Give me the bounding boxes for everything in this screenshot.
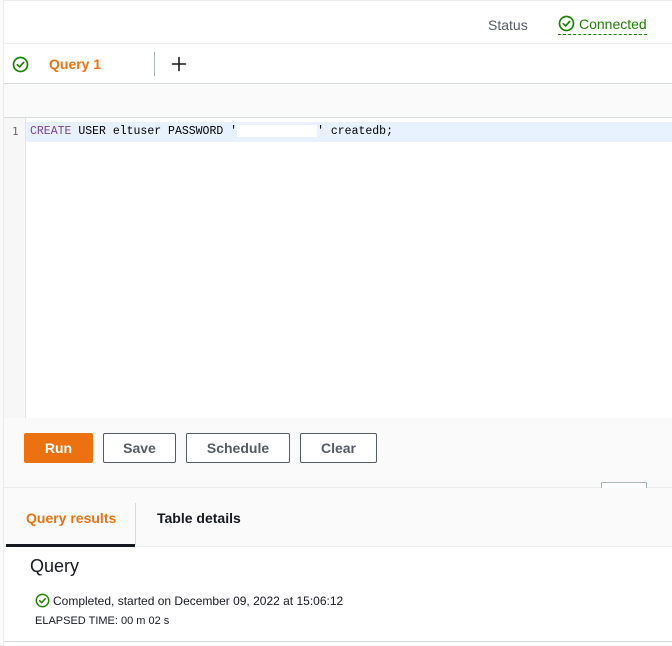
sql-keyword: CREATE [30,125,72,138]
run-button[interactable]: Run [24,433,93,463]
elapsed-time: ELAPSED TIME: 00 m 02 s [35,615,170,627]
results-tab-divider [135,503,136,545]
clear-button[interactable]: Clear [300,433,377,463]
status-label: Status [488,17,528,33]
editor-actions: Run Save Schedule Clear [4,418,672,492]
line-gutter: 1 [4,118,26,418]
editor-toolbar [4,84,672,118]
line-number: 1 [12,125,19,138]
tab-label: Query 1 [49,56,102,72]
tab-divider [154,52,155,76]
save-button[interactable]: Save [103,433,176,463]
check-circle-icon [12,56,29,73]
divider [4,641,672,642]
query-status: Completed, started on December 09, 2022 … [35,593,343,608]
schedule-button[interactable]: Schedule [186,433,290,463]
status-bar: Status Connected [4,0,672,44]
connection-status-text: Connected [579,15,647,32]
tab-query-1[interactable]: Query 1 [4,44,154,84]
add-tab-button[interactable] [168,52,190,76]
redacted-password [237,124,318,137]
tab-table-details[interactable]: Table details [157,510,241,526]
query-tabs: Query 1 [4,44,672,84]
code-line[interactable]: CREATE USER eltuser PASSWORD ' ' createdb… [26,122,672,142]
check-circle-icon [35,593,50,608]
results-panel: Query Completed, started on December 09,… [4,547,672,646]
results-tabs: Query results Table details [4,488,672,547]
query-status-text: Completed, started on December 09, 2022 … [53,593,344,608]
code-text-end: ' createdb; [317,125,393,138]
plus-icon [171,56,187,72]
sql-editor[interactable]: 1 CREATE USER eltuser PASSWORD ' ' create… [4,118,672,418]
connection-status[interactable]: Connected [558,15,647,35]
check-circle-icon [558,15,575,32]
results-title: Query [30,556,80,576]
code-text: USER eltuser PASSWORD ' [71,125,238,138]
tab-query-results[interactable]: Query results [26,510,116,526]
